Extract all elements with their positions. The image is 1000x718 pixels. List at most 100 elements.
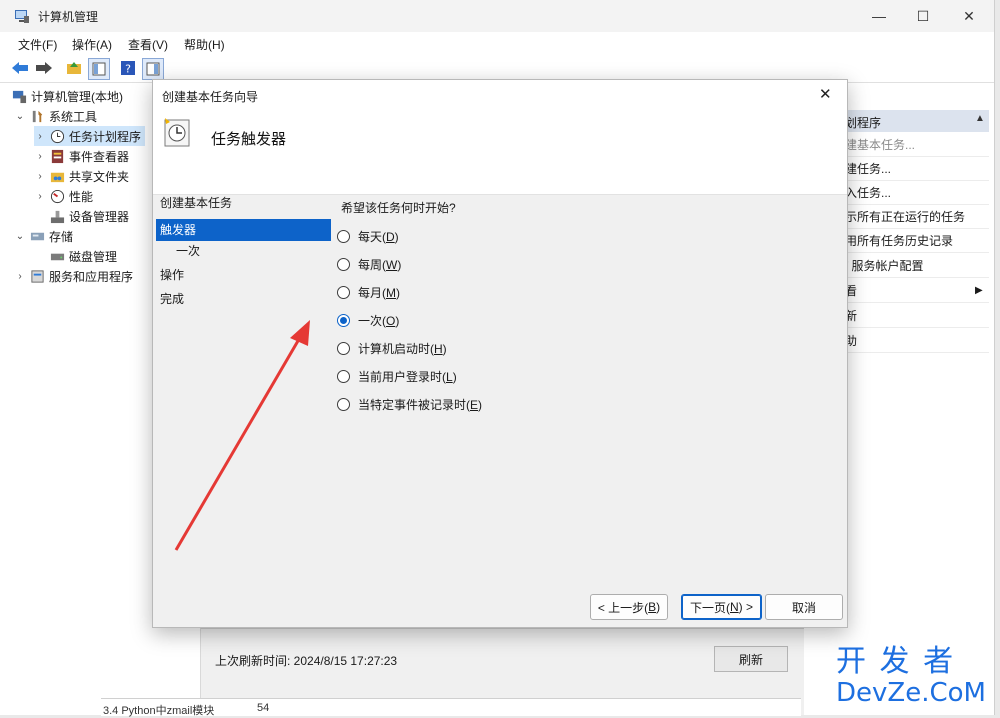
chevron-right-icon[interactable]: ›	[14, 271, 26, 282]
last-refresh-label: 上次刷新时间: 2024/8/15 17:27:23	[215, 654, 398, 668]
tree-label: 事件查看器	[69, 149, 130, 164]
close-button[interactable]: ✕	[946, 0, 992, 32]
maximize-button[interactable]: ☐	[900, 0, 946, 32]
option-label: 每周(W)	[358, 257, 402, 272]
tree-item-system-tools[interactable]: ⌄ 系统工具	[14, 106, 97, 126]
option-label: 计算机启动时(H)	[358, 341, 447, 356]
chevron-right-icon: ▶	[975, 284, 983, 296]
option-computer-startup[interactable]: 计算机启动时(H)	[337, 338, 447, 358]
performance-icon	[50, 189, 65, 203]
tree-label: 性能	[69, 189, 94, 204]
step-once[interactable]: 一次	[156, 240, 331, 262]
window-title: 计算机管理	[38, 10, 99, 24]
list-item-title: 3.4 Python中zmail模块	[103, 705, 215, 717]
tree-item-services-apps[interactable]: › 服务和应用程序	[14, 266, 133, 286]
tree-label: 服务和应用程序	[49, 269, 134, 284]
show-hide-tree-icon[interactable]	[88, 58, 110, 80]
step-finish[interactable]: 完成	[156, 288, 331, 310]
disk-icon	[50, 253, 65, 260]
tree-item-device-manager[interactable]: 设备管理器	[50, 206, 129, 226]
chevron-right-icon[interactable]: ›	[34, 171, 46, 182]
option-label: 当特定事件被记录时(E)	[358, 397, 483, 412]
option-monthly[interactable]: 每月(M)	[337, 282, 400, 302]
chevron-down-icon[interactable]: ⌄	[14, 111, 26, 122]
back-button[interactable]: < 上一步(B)	[590, 594, 668, 620]
radio-button[interactable]	[337, 369, 350, 383]
next-button[interactable]: 下一页(N) >	[681, 594, 762, 620]
chevron-down-icon[interactable]: ⌄	[14, 231, 26, 242]
step-create-basic-task[interactable]: 创建基本任务	[156, 192, 331, 214]
trigger-question: 希望该任务何时开始?	[341, 201, 456, 215]
summary-panel: 上次刷新时间: 2024/8/15 17:27:23 刷新 3.4 Python…	[101, 620, 804, 717]
tree-label: 磁盘管理	[69, 249, 118, 264]
device-manager-icon	[50, 210, 65, 223]
tree-label: 设备管理器	[69, 209, 130, 224]
tree-item-shared-folders[interactable]: › 共享文件夹	[34, 166, 129, 186]
watermark-line2: DevZe.CoM	[836, 678, 986, 708]
dialog-title: 创建基本任务向导	[162, 90, 259, 104]
list-item-value: 54	[257, 702, 270, 714]
menu-help[interactable]: 帮助(H)	[184, 36, 225, 53]
option-once[interactable]: 一次(O)	[337, 310, 399, 330]
chevron-right-icon[interactable]: ›	[34, 131, 46, 142]
services-icon	[31, 269, 44, 283]
option-weekly[interactable]: 每周(W)	[337, 254, 401, 274]
option-label: 当前用户登录时(L)	[358, 369, 457, 384]
back-arrow-icon[interactable]	[10, 58, 30, 78]
annotation-arrow	[174, 320, 310, 551]
tree-item-event-viewer[interactable]: › 事件查看器	[34, 146, 129, 166]
tree-item-storage[interactable]: ⌄ 存储	[14, 226, 73, 246]
dialog-title-bar: 创建基本任务向导 ✕	[153, 80, 847, 110]
event-viewer-icon	[51, 149, 64, 163]
svg-text:?: ?	[125, 63, 131, 76]
tree-item-performance[interactable]: › 性能	[34, 186, 93, 206]
computer-management-icon	[12, 90, 27, 103]
option-daily[interactable]: 每天(D)	[337, 226, 399, 246]
title-bar: 计算机管理 — ☐ ✕	[0, 0, 994, 32]
tree-label: 系统工具	[49, 109, 98, 124]
dialog-header: 任务触发器	[153, 110, 847, 195]
tree-label: 共享文件夹	[69, 169, 130, 184]
dialog-close-icon[interactable]: ✕	[819, 85, 832, 103]
menu-view[interactable]: 查看(V)	[128, 36, 168, 53]
menu-file[interactable]: 文件(F)	[18, 36, 57, 53]
watermark-line1: 开 发 者	[836, 644, 956, 679]
chevron-right-icon[interactable]: ›	[34, 151, 46, 162]
radio-button[interactable]	[337, 397, 350, 411]
tree-label: 计算机管理(本地)	[31, 89, 123, 104]
cancel-button[interactable]: 取消	[765, 594, 843, 620]
radio-button[interactable]	[337, 341, 350, 355]
radio-button[interactable]	[337, 285, 350, 299]
clock-icon	[50, 129, 65, 143]
option-label: 每天(D)	[358, 229, 399, 244]
option-label: 每月(M)	[358, 285, 400, 300]
storage-icon	[30, 232, 45, 240]
chevron-right-icon[interactable]: ›	[34, 191, 46, 202]
up-folder-icon[interactable]	[64, 58, 84, 78]
tree-label: 存储	[49, 229, 74, 244]
radio-button-selected[interactable]	[337, 313, 350, 327]
radio-button[interactable]	[337, 229, 350, 243]
tree-item-task-scheduler[interactable]: › 任务计划程序	[34, 126, 146, 146]
tree-label: 任务计划程序	[69, 129, 142, 144]
option-label: 一次(O)	[358, 313, 400, 328]
collapse-up-icon[interactable]: ▲	[975, 113, 985, 124]
shared-folder-icon	[50, 172, 65, 182]
radio-button[interactable]	[337, 257, 350, 271]
forward-arrow-icon[interactable]	[34, 58, 54, 78]
tree-item-computer-management[interactable]: 计算机管理(本地)	[12, 86, 123, 106]
watermark-logo: 开 发 者 DevZe.CoM	[836, 646, 996, 712]
option-event-logged[interactable]: 当特定事件被记录时(E)	[337, 394, 482, 414]
dialog-header-title: 任务触发器	[211, 131, 287, 148]
step-trigger[interactable]: 触发器	[156, 219, 331, 241]
option-user-logon[interactable]: 当前用户登录时(L)	[337, 366, 457, 386]
minimize-button[interactable]: —	[856, 0, 902, 32]
task-clock-icon	[164, 118, 190, 147]
step-action[interactable]: 操作	[156, 264, 331, 286]
refresh-button[interactable]: 刷新	[714, 646, 788, 672]
tree-item-disk-management[interactable]: 磁盘管理	[50, 246, 117, 266]
menu-action[interactable]: 操作(A)	[72, 36, 112, 53]
tools-icon	[32, 110, 43, 122]
show-hide-action-pane-icon[interactable]	[142, 58, 164, 80]
help-icon[interactable]: ?	[118, 58, 138, 78]
